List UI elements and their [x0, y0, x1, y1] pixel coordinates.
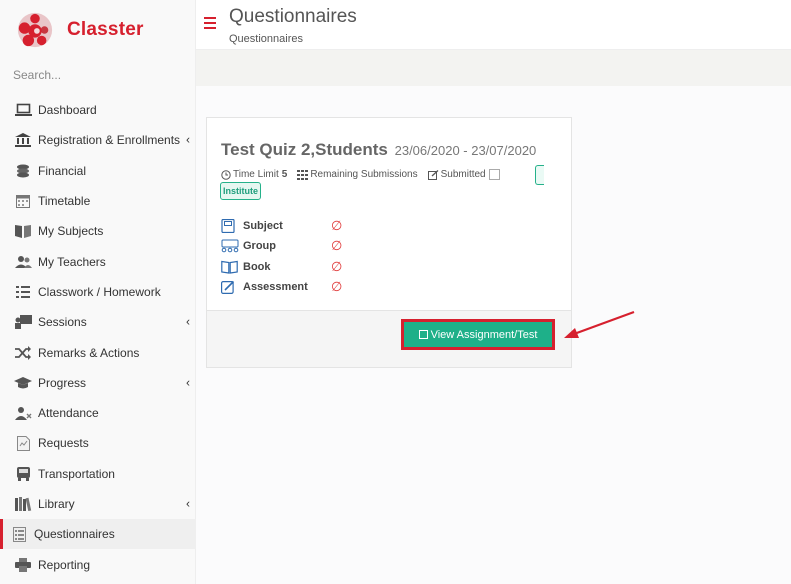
sidebar-item-label: Requests — [38, 436, 89, 451]
sidebar-item-reporting[interactable]: Reporting — [0, 549, 196, 579]
classter-logo-icon — [17, 12, 53, 48]
sidebar-item-label: Financial — [38, 163, 87, 178]
coins-icon — [14, 163, 32, 179]
sidebar-item-label: My Teachers — [38, 254, 106, 269]
hamburger-menu-icon[interactable] — [204, 17, 216, 29]
sidebar-item-sessions[interactable]: Sessions ‹ — [0, 307, 196, 337]
sidebar: Classter Search... Dashboard Registratio… — [0, 0, 196, 584]
red-arrow-annotation — [564, 310, 635, 338]
edit-icon — [221, 280, 239, 295]
sidebar-item-label: Library — [38, 497, 75, 511]
check-square-icon — [418, 330, 428, 339]
users-icon — [14, 254, 32, 270]
detail-row-group: Group ∅ — [221, 236, 342, 256]
group-icon — [221, 239, 239, 253]
chevron-left-icon: ‹ — [186, 132, 190, 147]
search-input[interactable]: Search... — [13, 68, 61, 82]
highlight-frame: View Assignment/Test — [401, 319, 555, 350]
sidebar-item-label: Reporting — [38, 557, 91, 572]
empty-value-icon: ∅ — [331, 218, 343, 234]
calendar-icon — [14, 193, 32, 209]
submitted-checkbox[interactable] — [488, 169, 500, 180]
quiz-dates: 23/06/2020 - 23/07/2020 — [394, 143, 537, 158]
breadcrumb[interactable]: Questionnaires — [229, 33, 303, 45]
calendar-grid-icon — [297, 169, 309, 180]
empty-value-icon: ∅ — [331, 279, 343, 295]
detail-row-assessment: Assessment ∅ — [221, 277, 342, 297]
status-tag-edge — [535, 165, 544, 185]
sidebar-item-financial[interactable]: Financial — [0, 156, 196, 186]
sidebar-item-requests[interactable]: Requests — [0, 428, 196, 458]
chevron-left-icon: ‹ — [186, 375, 190, 390]
chevron-left-icon: ‹ — [186, 314, 190, 329]
sidebar-item-label: Sessions — [38, 315, 87, 330]
sidebar-item-remarks[interactable]: Remarks & Actions — [0, 337, 196, 367]
sidebar-item-attendance[interactable]: Attendance — [0, 398, 196, 428]
quiz-meta: Time Limit 5 Remaining Submissions Submi… — [221, 169, 500, 180]
sidebar-item-library[interactable]: Library ‹ — [0, 489, 196, 519]
institution-icon — [14, 132, 32, 148]
sidebar-item-dashboard[interactable]: Dashboard — [0, 95, 196, 125]
bus-icon — [14, 466, 32, 482]
sidebar-item-label: Progress — [38, 375, 87, 390]
document-icon — [14, 435, 32, 451]
detail-row-book: Book ∅ — [221, 257, 342, 277]
books-icon — [14, 496, 32, 512]
submitted-label: Submitted — [440, 169, 486, 180]
detail-row-subject: Subject ∅ — [221, 216, 342, 236]
chevron-left-icon: ‹ — [186, 496, 190, 511]
sidebar-item-label: Questionnaires — [34, 527, 115, 542]
user-x-icon — [14, 405, 32, 421]
laptop-icon — [14, 102, 32, 118]
remaining-submissions-label: Remaining Submissions — [310, 169, 418, 180]
view-assignment-label: View Assignment/Test — [430, 328, 538, 341]
presentation-icon — [14, 314, 32, 330]
empty-value-icon: ∅ — [331, 238, 343, 254]
sidebar-item-label: My Subjects — [38, 224, 104, 239]
sidebar-item-label: Timetable — [38, 194, 91, 209]
app-logo[interactable]: Classter — [16, 10, 186, 50]
graduation-cap-icon — [14, 375, 32, 391]
printer-icon — [14, 557, 32, 573]
quiz-details: Subject ∅ Group ∅ Book ∅ Assessment ∅ — [221, 216, 342, 297]
top-bar: Questionnaires Questionnaires — [196, 0, 791, 50]
sidebar-item-label: Dashboard — [38, 103, 97, 118]
sidebar-item-my-subjects[interactable]: My Subjects — [0, 216, 196, 246]
app-name: Classter — [67, 19, 144, 40]
sidebar-item-questionnaires[interactable]: Questionnaires — [0, 519, 196, 550]
checklist-icon — [14, 284, 32, 300]
sidebar-menu: Dashboard Registration & Enrollments ‹ F… — [0, 95, 196, 580]
time-limit-label: Time Limit — [233, 169, 279, 180]
sidebar-item-progress[interactable]: Progress ‹ — [0, 368, 196, 398]
sidebar-item-label: Remarks & Actions — [38, 345, 140, 360]
list-icon — [10, 526, 28, 542]
shuffle-icon — [14, 345, 32, 361]
clock-icon — [221, 169, 231, 180]
pencil-square-icon — [427, 169, 439, 180]
toolbar-strip — [196, 50, 791, 86]
sidebar-item-registration[interactable]: Registration & Enrollments ‹ — [0, 125, 196, 155]
sidebar-item-label: Classwork / Homework — [38, 284, 161, 299]
sidebar-item-classwork[interactable]: Classwork / Homework — [0, 277, 196, 307]
view-assignment-button[interactable]: View Assignment/Test — [404, 322, 552, 347]
book-icon — [221, 260, 239, 274]
sidebar-item-label: Transportation — [38, 466, 115, 481]
time-limit-value: 5 — [281, 169, 288, 180]
sidebar-item-transportation[interactable]: Transportation — [0, 459, 196, 489]
empty-value-icon: ∅ — [331, 258, 343, 274]
sidebar-item-timetable[interactable]: Timetable — [0, 186, 196, 216]
page-title: Questionnaires — [229, 6, 357, 27]
open-book-icon — [14, 223, 32, 239]
quiz-title: Test Quiz 2,Students — [221, 140, 388, 159]
sidebar-item-my-teachers[interactable]: My Teachers — [0, 246, 196, 276]
sidebar-item-label: Registration & Enrollments — [38, 133, 181, 148]
sidebar-item-label: Attendance — [38, 406, 99, 421]
subject-book-icon — [221, 219, 239, 234]
quiz-title-line: Test Quiz 2,Students 23/06/2020 - 23/07/… — [221, 140, 536, 160]
institute-badge: Institute — [220, 182, 261, 200]
